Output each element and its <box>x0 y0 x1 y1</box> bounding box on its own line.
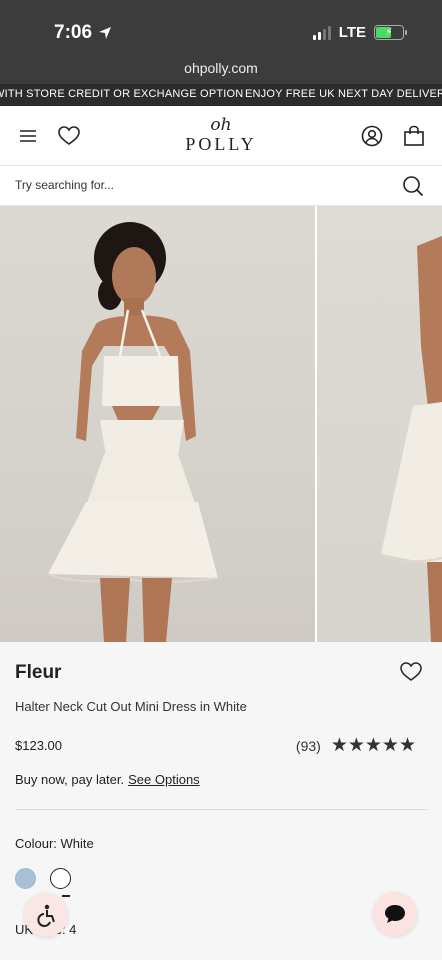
battery-icon: ⚡ <box>374 25 407 40</box>
status-time: 7:06 <box>54 22 112 44</box>
brand-logo[interactable]: oh POLLY <box>176 116 266 160</box>
search-icon[interactable] <box>402 175 424 197</box>
logo-oh: oh <box>210 115 232 135</box>
selected-swatch-indicator <box>62 895 70 897</box>
product-image-main[interactable] <box>0 206 315 642</box>
location-arrow-icon <box>99 27 112 39</box>
accessibility-icon <box>37 904 55 927</box>
product-image-secondary[interactable] <box>317 206 442 642</box>
buy-now-pay-later: Buy now, pay later. See Options <box>15 772 200 787</box>
swatch-white[interactable] <box>50 868 71 889</box>
status-indicators: LTE ⚡ <box>312 24 407 41</box>
star-rating-icons: ★★★★★ <box>330 735 416 756</box>
promo-banner[interactable]: WITH STORE CREDIT OR EXCHANGE OPTION ENJ… <box>0 84 442 106</box>
browser-top: 7:06 LTE ⚡ ohpolly.com <box>0 0 442 84</box>
search-bar[interactable]: Try searching for... <box>0 166 442 206</box>
logo-polly: POLLY <box>185 134 257 154</box>
review-count: (93) <box>295 737 321 754</box>
colour-label: Colour: White <box>15 836 94 851</box>
product-name: Fleur <box>15 662 62 683</box>
add-to-wishlist-heart-icon[interactable] <box>400 662 422 682</box>
search-input[interactable]: Try searching for... <box>15 178 114 192</box>
time-text: 7:06 <box>54 22 93 43</box>
section-divider <box>15 809 427 810</box>
product-rating[interactable]: (93) ★★★★★ <box>296 734 416 757</box>
chat-bubble-icon <box>385 905 405 923</box>
see-options-link[interactable]: See Options <box>128 772 200 787</box>
swatch-light-blue[interactable] <box>15 868 36 889</box>
chat-button[interactable] <box>373 892 417 936</box>
url-bar[interactable]: ohpolly.com <box>0 60 442 76</box>
site-header: oh POLLY <box>0 106 442 166</box>
product-description: Halter Neck Cut Out Mini Dress in White <box>15 699 247 714</box>
wishlist-heart-icon[interactable] <box>57 124 81 148</box>
menu-icon[interactable] <box>16 124 40 148</box>
signal-icon <box>312 25 331 40</box>
network-label: LTE <box>338 24 366 41</box>
product-gallery[interactable] <box>0 206 442 642</box>
shopping-bag-icon[interactable] <box>402 124 426 148</box>
promo-text-left: WITH STORE CREDIT OR EXCHANGE OPTION <box>0 88 244 100</box>
account-icon[interactable] <box>360 124 384 148</box>
accessibility-button[interactable] <box>24 893 68 937</box>
product-price: $123.00 <box>15 738 62 753</box>
promo-text-right: ENJOY FREE UK NEXT DAY DELIVERY ON <box>245 88 442 100</box>
bnpl-text: Buy now, pay later. <box>15 772 125 787</box>
